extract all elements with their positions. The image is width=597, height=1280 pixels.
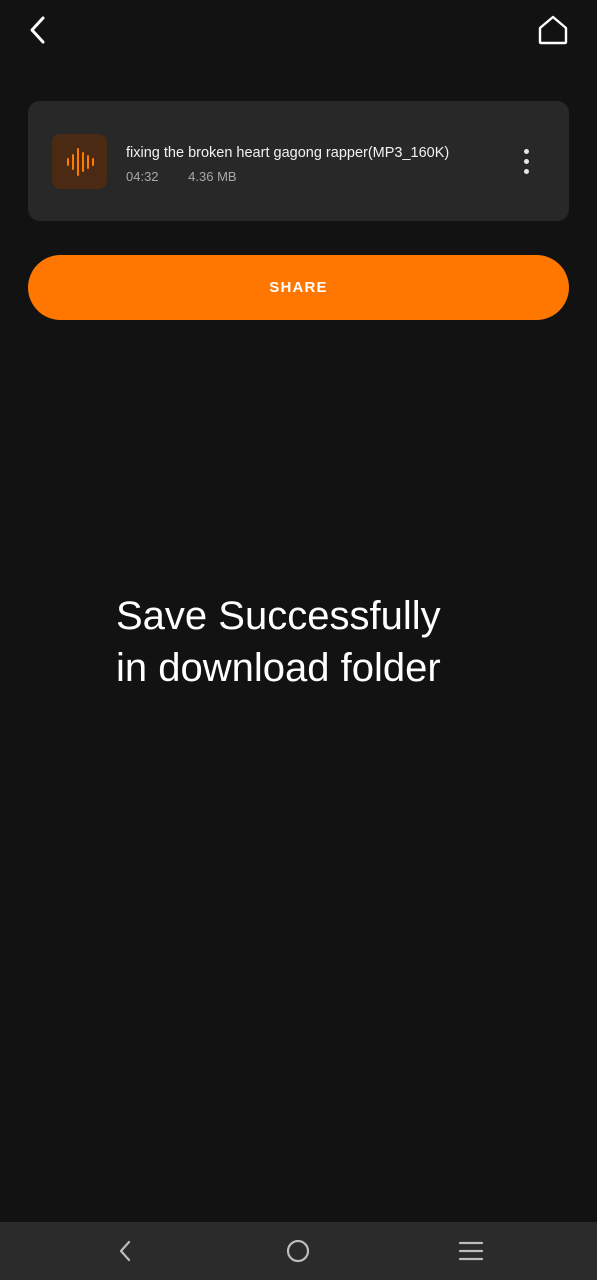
nav-menu-icon [458,1241,484,1261]
top-bar [0,0,597,64]
file-size: 4.36 MB [188,169,237,184]
system-back-button[interactable] [106,1231,146,1271]
share-button[interactable]: SHARE [28,255,569,320]
file-meta: 04:32 4.36 MB [126,169,237,184]
success-line-2: in download folder [116,646,441,690]
nav-home-icon [286,1239,310,1263]
save-success-message: Save Successfully in download folder [116,590,441,694]
file-card[interactable]: fixing the broken heart gagong rapper(MP… [28,101,569,221]
more-vertical-icon [523,148,529,154]
audio-waveform-icon [66,147,94,176]
system-navigation-bar [0,1222,597,1280]
success-line-1: Save Successfully [116,594,441,638]
more-options-button[interactable] [511,141,541,181]
system-home-button[interactable] [278,1231,318,1271]
back-button[interactable] [14,6,62,54]
file-duration: 04:32 [126,169,159,184]
chevron-left-icon [30,16,45,44]
home-button[interactable] [529,6,577,54]
audio-file-thumbnail [52,134,107,189]
file-title: fixing the broken heart gagong rapper(MP… [126,145,450,161]
nav-back-icon [119,1240,131,1262]
home-icon [538,15,568,45]
system-menu-button[interactable] [451,1231,491,1271]
